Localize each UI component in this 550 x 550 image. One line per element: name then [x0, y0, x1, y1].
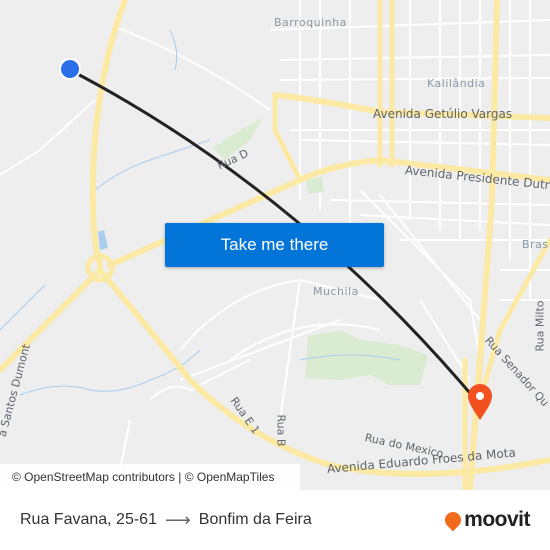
label-avenida-getulio-vargas: Avenida Getúlio Vargas [373, 107, 513, 121]
take-me-there-button[interactable]: Take me there [165, 223, 384, 267]
map-attribution[interactable]: © OpenStreetMap contributors | © OpenMap… [0, 464, 300, 490]
footer: Rua Favana, 25-61 ⟶ Bonfim da Feira moov… [0, 490, 550, 550]
destination-name: Bonfim da Feira [198, 511, 312, 528]
label-kalilandia: Kalilândia [427, 77, 486, 90]
arrow-right-icon: ⟶ [164, 509, 191, 530]
label-rua-b: Rua B [274, 414, 288, 447]
label-muchila: Muchila [313, 285, 359, 298]
route-summary: Rua Favana, 25-61 ⟶ Bonfim da Feira [20, 490, 312, 550]
park [305, 330, 428, 385]
destination-pin-icon[interactable] [468, 384, 492, 420]
origin-dot-icon[interactable] [59, 58, 81, 80]
label-rua-milton: Rua Milto [533, 300, 547, 352]
map[interactable]: Barroquinha Kalilândia Avenida Getúlio V… [0, 0, 550, 490]
moovit-pin-icon [441, 508, 465, 532]
label-bras: Bras [522, 238, 549, 251]
brand-name: moovit [464, 508, 530, 531]
label-barroquinha: Barroquinha [274, 16, 347, 29]
origin-name: Rua Favana, 25-61 [20, 511, 157, 528]
moovit-logo[interactable]: moovit [441, 508, 530, 532]
water-pond [98, 230, 108, 250]
